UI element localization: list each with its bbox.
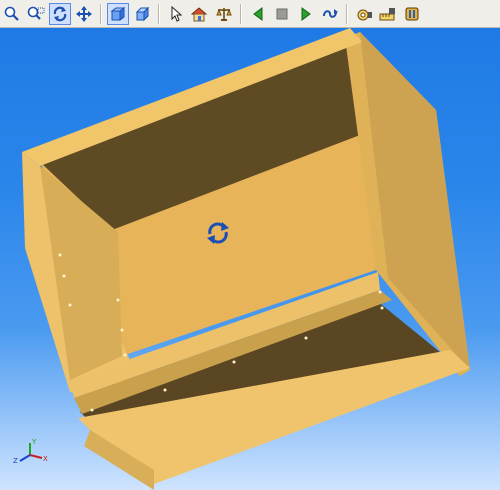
shaded-view-icon[interactable]: [107, 2, 129, 25]
pan-icon[interactable]: [73, 3, 95, 25]
balance-icon[interactable]: [213, 3, 235, 25]
camera-settings-icon[interactable]: [353, 3, 375, 25]
3d-viewport[interactable]: Y X Z: [0, 28, 500, 490]
zoom-window-icon[interactable]: [25, 3, 47, 25]
toolbar-separator: [346, 3, 348, 24]
triad-y-label: Y: [31, 438, 37, 446]
play-back-icon[interactable]: [247, 3, 269, 25]
zoom-icon[interactable]: [1, 3, 23, 25]
viewer-toolbar: [0, 0, 500, 28]
loop-icon[interactable]: [319, 3, 341, 25]
stop-icon[interactable]: [271, 3, 293, 25]
toolbar-separator: [100, 3, 102, 24]
home-view-icon[interactable]: [189, 3, 211, 25]
toolbar-separator: [240, 3, 242, 24]
triad-z-label: Z: [13, 457, 18, 465]
toolbar-separator: [158, 3, 160, 24]
measure-icon[interactable]: [377, 3, 399, 25]
rotate-icon[interactable]: [49, 2, 71, 25]
wireframe-view-icon[interactable]: [131, 3, 153, 25]
select-pointer-icon[interactable]: [165, 3, 187, 25]
cabinet-model[interactable]: Y X Z: [0, 28, 500, 490]
play-forward-icon[interactable]: [295, 3, 317, 25]
materials-icon[interactable]: [401, 3, 423, 25]
triad-x-label: X: [43, 455, 48, 463]
axis-triad: Y X Z: [13, 438, 48, 465]
